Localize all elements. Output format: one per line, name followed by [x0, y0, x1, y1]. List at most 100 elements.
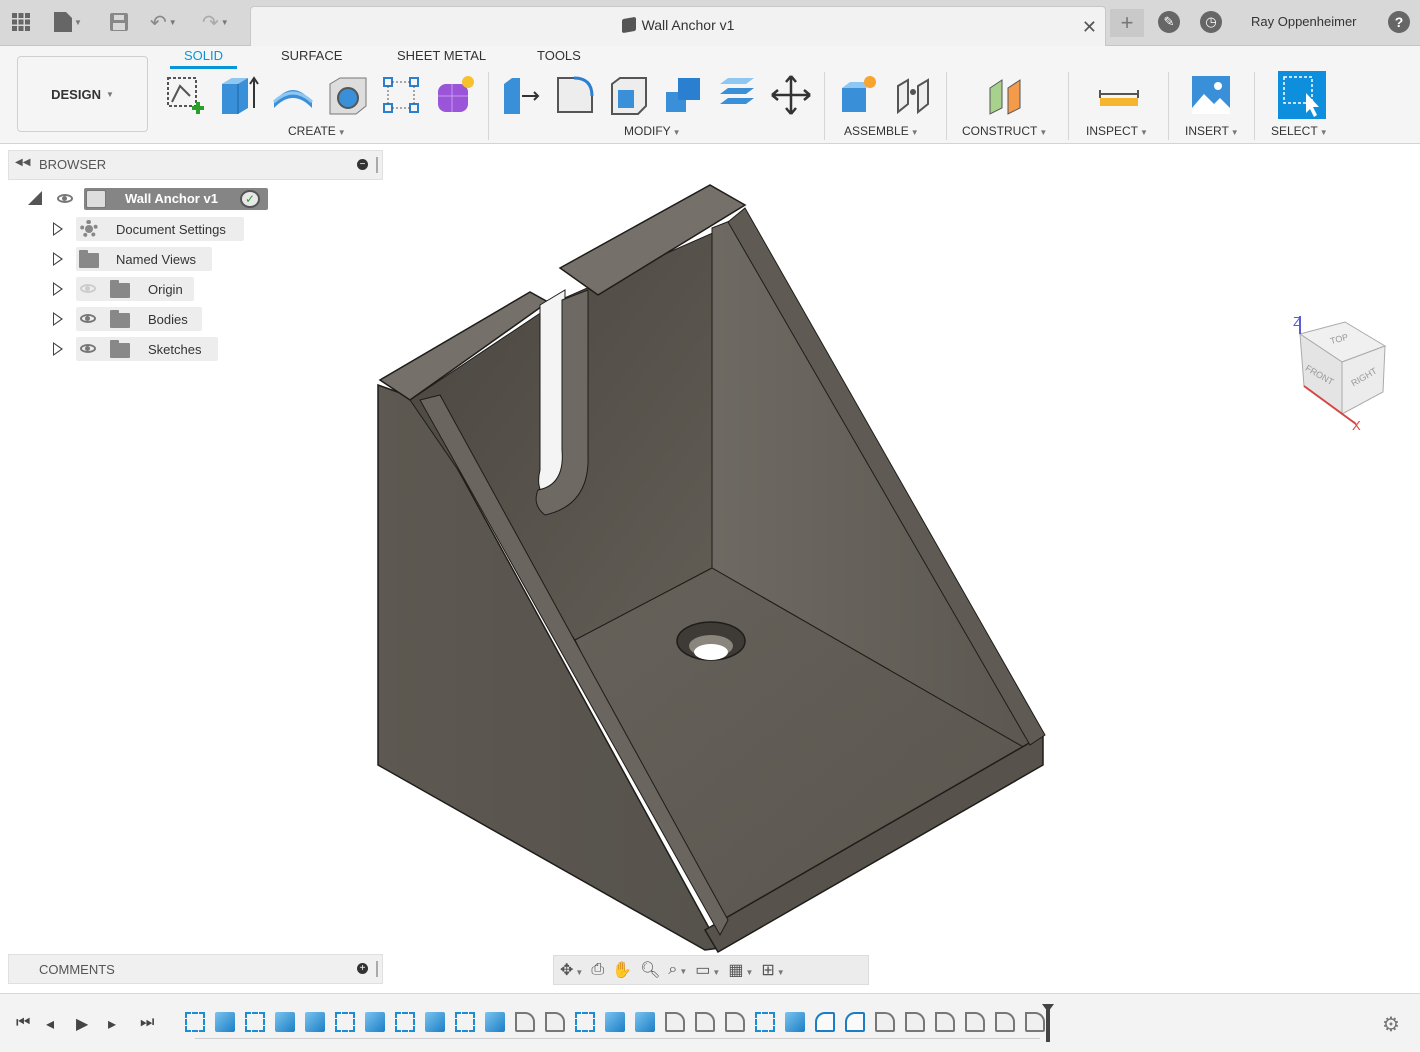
timeline-fillet-b-icon[interactable] — [815, 1012, 835, 1032]
new-tab-button[interactable]: + — [1110, 9, 1144, 37]
construct-menu[interactable]: CONSTRUCT ▼ — [962, 124, 1047, 138]
tab-sheet-metal[interactable]: SHEET METAL — [397, 48, 486, 63]
insert-menu[interactable]: INSERT ▼ — [1185, 124, 1239, 138]
tree-root[interactable]: Wall Anchor v1 ✓ — [28, 187, 268, 211]
expand-icon[interactable]: + — [357, 963, 368, 974]
assemble-menu[interactable]: ASSEMBLE ▼ — [844, 124, 919, 138]
eye-icon[interactable] — [80, 314, 96, 323]
step-back-icon[interactable]: ◂ — [46, 1014, 54, 1034]
timeline-fillet-icon[interactable] — [695, 1012, 715, 1032]
panel-grip[interactable] — [376, 157, 378, 173]
combine-icon[interactable] — [662, 74, 704, 116]
timeline-sketch-icon[interactable] — [575, 1012, 595, 1032]
minimize-icon[interactable]: − — [357, 159, 368, 170]
tree-item-sketches[interactable]: Sketches — [50, 337, 250, 361]
document-tab[interactable]: Wall Anchor v1 ✕ — [250, 6, 1106, 46]
panel-grip[interactable] — [376, 961, 378, 977]
grid-icon[interactable]: ▦ ▼ — [728, 960, 753, 980]
redo-icon[interactable]: ↷ ▼ — [202, 10, 229, 34]
timeline-body-icon[interactable] — [635, 1012, 655, 1032]
create-sketch-icon[interactable] — [164, 74, 206, 116]
eye-icon[interactable] — [57, 194, 73, 203]
hole-icon[interactable] — [326, 74, 368, 116]
model-wall-anchor[interactable] — [0, 144, 1420, 993]
pattern-icon[interactable] — [380, 74, 422, 116]
timeline-body-icon[interactable] — [485, 1012, 505, 1032]
user-name[interactable]: Ray Oppenheimer — [1251, 14, 1357, 29]
go-to-start-icon[interactable]: ⏮ — [16, 1014, 30, 1032]
timeline-body-icon[interactable] — [785, 1012, 805, 1032]
extrude-icon[interactable] — [218, 74, 260, 116]
timeline-body-icon[interactable] — [365, 1012, 385, 1032]
form-icon[interactable] — [434, 74, 476, 116]
select-menu[interactable]: SELECT ▼ — [1271, 124, 1328, 138]
timeline-fillet-icon[interactable] — [935, 1012, 955, 1032]
move-icon[interactable] — [770, 74, 812, 116]
timeline-marker[interactable] — [1046, 1004, 1050, 1042]
measure-icon[interactable] — [1098, 74, 1140, 116]
step-forward-icon[interactable]: ▸ — [108, 1014, 116, 1034]
view-cube[interactable]: Z X TOP FRONT RIGHT — [1290, 314, 1400, 434]
timeline-fillet-icon[interactable] — [905, 1012, 925, 1032]
timeline-sketch-icon[interactable] — [185, 1012, 205, 1032]
revolve-icon[interactable] — [272, 74, 314, 116]
file-menu-icon[interactable]: ▼ — [54, 10, 82, 34]
expand-arrow-icon[interactable] — [53, 252, 63, 266]
expand-arrow-icon[interactable] — [53, 222, 63, 236]
timeline-sketch-icon[interactable] — [455, 1012, 475, 1032]
timeline-fillet-icon[interactable] — [665, 1012, 685, 1032]
orbit-icon[interactable]: ✥ ▼ — [560, 960, 583, 980]
timeline-fillet-b-icon[interactable] — [845, 1012, 865, 1032]
expand-arrow-icon[interactable] — [53, 312, 63, 326]
collapse-icon[interactable]: ◀◀ — [15, 157, 30, 168]
insert-image-icon[interactable] — [1190, 74, 1232, 116]
zoom-window-icon[interactable]: ⌕ ▼ — [668, 961, 687, 979]
expand-arrow-icon[interactable] — [53, 342, 63, 356]
create-menu[interactable]: CREATE ▼ — [288, 124, 346, 138]
timeline-sketch-icon[interactable] — [755, 1012, 775, 1032]
viewport-canvas[interactable]: Z X TOP FRONT RIGHT — [0, 144, 1420, 993]
timeline-sketch-icon[interactable] — [245, 1012, 265, 1032]
timeline-sketch-icon[interactable] — [395, 1012, 415, 1032]
timeline-fillet-icon[interactable] — [545, 1012, 565, 1032]
modify-menu[interactable]: MODIFY ▼ — [624, 124, 681, 138]
timeline-sketch-icon[interactable] — [335, 1012, 355, 1032]
timeline-body-icon[interactable] — [275, 1012, 295, 1032]
timeline-fillet-icon[interactable] — [965, 1012, 985, 1032]
timeline-fillet-icon[interactable] — [995, 1012, 1015, 1032]
joint-icon[interactable] — [892, 74, 934, 116]
go-to-end-icon[interactable]: ⏭ — [140, 1014, 154, 1032]
timeline-settings-icon[interactable]: ⚙ — [1382, 1012, 1400, 1037]
inspect-menu[interactable]: INSPECT ▼ — [1086, 124, 1148, 138]
tab-tools[interactable]: TOOLS — [537, 48, 581, 63]
job-status-icon[interactable]: ✎ — [1158, 11, 1180, 33]
eye-hidden-icon[interactable] — [80, 284, 96, 293]
timeline-body-icon[interactable] — [605, 1012, 625, 1032]
press-pull-icon[interactable] — [500, 74, 542, 116]
clock-icon[interactable]: ◷ — [1200, 11, 1222, 33]
tree-item-bodies[interactable]: Bodies — [50, 307, 250, 331]
timeline-fillet-icon[interactable] — [515, 1012, 535, 1032]
display-settings-icon[interactable]: ▭ ▼ — [695, 960, 720, 980]
undo-icon[interactable]: ↶ ▼ — [150, 10, 177, 34]
shell-icon[interactable] — [608, 74, 650, 116]
eye-icon[interactable] — [80, 344, 96, 353]
offset-plane-icon[interactable] — [986, 74, 1028, 116]
close-tab-icon[interactable]: ✕ — [1082, 17, 1097, 38]
look-at-icon[interactable]: ⎙ — [591, 961, 604, 979]
save-icon[interactable] — [110, 10, 128, 34]
zoom-icon[interactable]: 🔍︎ — [640, 960, 660, 980]
timeline-body-icon[interactable] — [215, 1012, 235, 1032]
workspace-switcher[interactable]: DESIGN ▼ — [17, 56, 148, 132]
viewports-icon[interactable]: ⊞ ▼ — [761, 960, 784, 980]
timeline-fillet-icon[interactable] — [725, 1012, 745, 1032]
tree-item-document-settings[interactable]: Document Settings — [50, 217, 250, 241]
offset-face-icon[interactable] — [716, 74, 758, 116]
tree-item-named-views[interactable]: Named Views — [50, 247, 250, 271]
timeline-body-icon[interactable] — [425, 1012, 445, 1032]
check-icon[interactable]: ✓ — [240, 190, 260, 208]
timeline-body-icon[interactable] — [305, 1012, 325, 1032]
help-icon[interactable]: ? — [1388, 11, 1410, 33]
timeline-fillet-icon[interactable] — [875, 1012, 895, 1032]
tab-surface[interactable]: SURFACE — [281, 48, 342, 63]
